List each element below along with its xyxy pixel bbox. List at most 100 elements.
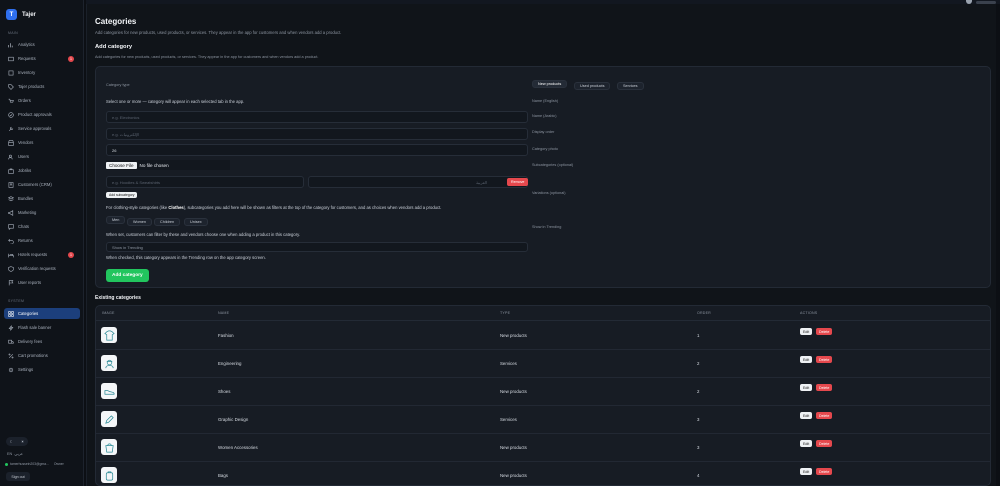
chart-icon <box>8 42 14 48</box>
language-en[interactable]: EN <box>7 452 12 456</box>
subcategories-label: Subcategories (optional) <box>532 163 574 167</box>
sidebar-item-label: Analytics <box>18 42 35 47</box>
sidebar-item-label: Bundles <box>18 196 34 201</box>
language-ar[interactable]: عربي <box>14 452 23 456</box>
table-row: Bags New products 4 Edit Delete <box>96 462 990 485</box>
megaphone-icon <box>8 209 14 216</box>
select-help-text: Select one or more — category will appea… <box>106 99 245 104</box>
hotels-badge: 1 <box>68 251 74 258</box>
subcategory-english-input[interactable] <box>106 176 304 188</box>
delete-button[interactable]: Delete <box>816 328 833 335</box>
remove-subcategory-button[interactable]: Remove <box>507 178 529 186</box>
sidebar-item-orders[interactable]: Orders <box>4 95 80 106</box>
clothing-help-prefix: For clothing-style categories (like <box>106 205 169 210</box>
cart-icon <box>8 98 14 104</box>
delete-button[interactable]: Delete <box>816 440 833 447</box>
contacts-icon <box>8 181 14 188</box>
edit-button[interactable]: Edit <box>800 356 813 363</box>
sidebar-item-user-reports[interactable]: User reports <box>4 277 80 288</box>
edit-button[interactable]: Edit <box>800 468 813 475</box>
chip-unisex[interactable]: Unisex <box>184 218 208 226</box>
sidebar-item-label: Product approvals <box>18 112 52 117</box>
category-name: Graphic Design <box>218 417 249 422</box>
edit-button[interactable]: Edit <box>800 328 813 335</box>
table-row: Fashion New products 1 Edit Delete <box>96 322 990 350</box>
trending-label: Show in Trending <box>532 225 562 229</box>
category-name: Shoes <box>218 389 231 394</box>
add-subcategory-button[interactable]: Add subcategory <box>106 192 138 198</box>
delete-button[interactable]: Delete <box>816 356 833 363</box>
sidebar-item-returns[interactable]: Returns <box>4 235 80 246</box>
sidebar-item-vendors[interactable]: Vendors <box>4 137 80 148</box>
sidebar-item-marketing[interactable]: Marketing <box>4 207 80 218</box>
tab-services[interactable]: Services <box>617 82 644 90</box>
users-icon <box>8 154 14 160</box>
table-header: IMAGE NAME TYPE ORDER ACTIONS <box>96 306 990 321</box>
edit-button[interactable]: Edit <box>800 384 813 391</box>
sidebar-item-chats[interactable]: Chats <box>4 221 80 232</box>
tab-used-products[interactable]: Used products <box>574 82 611 90</box>
sidebar-item-label: Service approvals <box>18 126 52 131</box>
sidebar-item-categories[interactable]: Categories <box>4 308 80 319</box>
sidebar-item-label: Chats <box>18 224 29 229</box>
box-icon <box>8 70 14 76</box>
choose-file-button[interactable]: Choose File <box>106 161 137 169</box>
sidebar-item-analytics[interactable]: Analytics <box>4 39 80 50</box>
sidebar-item-cart-promotions[interactable]: Cart promotions <box>4 350 80 361</box>
sidebar-item-settings[interactable]: Settings <box>4 364 80 375</box>
sidebar-item-product-approvals[interactable]: Product approvals <box>4 109 80 120</box>
sidebar-item-inventory[interactable]: Inventory <box>4 67 80 78</box>
sidebar-item-customers[interactable]: Customers (CRM) <box>4 179 80 190</box>
name-english-label: Name (English) <box>532 99 559 103</box>
category-order: 2 <box>697 361 700 366</box>
category-photo-input[interactable]: Choose File No file chosen <box>106 160 230 170</box>
sign-out-button[interactable]: Sign out <box>6 472 30 481</box>
sidebar-item-tajer-products[interactable]: Tajer products <box>4 81 80 92</box>
category-type: New products <box>500 445 527 450</box>
wrench-icon <box>8 126 14 132</box>
delete-button[interactable]: Delete <box>816 468 833 475</box>
delete-button[interactable]: Delete <box>816 412 833 419</box>
brand[interactable]: T Tajer <box>6 9 36 20</box>
language-switch[interactable]: EN عربي <box>7 451 23 456</box>
theme-toggle[interactable]: ☾ ☀ <box>6 437 28 446</box>
name-english-input[interactable] <box>106 111 528 123</box>
tab-new-products[interactable]: New products <box>532 80 568 88</box>
sidebar-item-label: Customers (CRM) <box>18 182 52 187</box>
sidebar-item-flash-sale-banner[interactable]: Flash sale banner <box>4 322 80 333</box>
sidebar-item-service-approvals[interactable]: Service approvals <box>4 123 80 134</box>
sidebar-item-hotels-requests[interactable]: Hotels requests 1 <box>4 249 80 260</box>
chip-women[interactable]: Women <box>127 218 153 226</box>
sidebar-item-label: User reports <box>18 280 42 285</box>
add-category-button[interactable]: Add category <box>106 269 149 282</box>
edit-button[interactable]: Edit <box>800 412 813 419</box>
sidebar-item-label: Delivery fees <box>18 339 43 344</box>
category-order: 1 <box>697 333 700 338</box>
sidebar-item-label: Verification requests <box>18 266 56 271</box>
sidebar-item-verification-requests[interactable]: Verification requests <box>4 263 80 274</box>
add-category-title: Add category <box>95 44 133 50</box>
chip-children[interactable]: Children <box>154 218 181 226</box>
pen-icon <box>104 414 114 424</box>
sidebar-item-jobriks[interactable]: Jobriks <box>4 165 80 176</box>
sidebar: T Tajer MAIN Analytics Requests 1 Invento… <box>0 0 84 486</box>
sidebar-item-bundles[interactable]: Bundles <box>4 193 80 204</box>
delete-button[interactable]: Delete <box>816 384 833 391</box>
sidebar-item-label: Users <box>18 154 29 159</box>
display-order-input[interactable] <box>106 144 528 156</box>
grid-icon <box>8 310 14 317</box>
sidebar-item-delivery-fees[interactable]: Delivery fees <box>4 336 80 347</box>
sidebar-item-users[interactable]: Users <box>4 151 80 162</box>
add-category-form: Category type New products Used products… <box>95 66 991 288</box>
edit-button[interactable]: Edit <box>800 440 813 447</box>
trending-checkbox-field[interactable]: Show in Trending <box>106 242 528 252</box>
briefcase-icon <box>8 168 14 174</box>
subcategory-arabic-input[interactable] <box>308 176 528 188</box>
category-type: New products <box>500 473 527 478</box>
sidebar-item-requests[interactable]: Requests 1 <box>4 53 80 64</box>
inbox-icon <box>8 56 14 62</box>
sidebar-item-label: Inventory <box>18 70 36 75</box>
name-arabic-input[interactable] <box>106 128 528 140</box>
chip-men[interactable]: Men <box>106 216 126 224</box>
tshirt-icon <box>103 330 115 340</box>
